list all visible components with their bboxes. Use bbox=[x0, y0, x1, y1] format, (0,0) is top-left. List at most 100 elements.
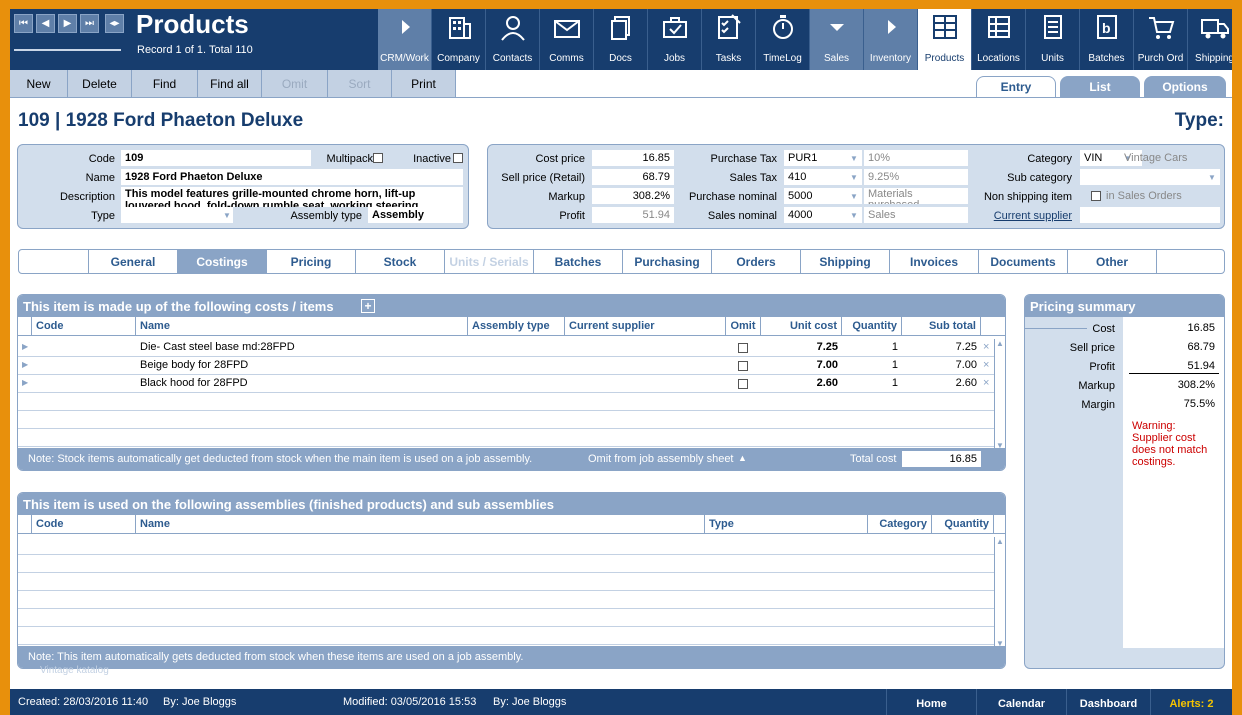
nav-comms[interactable]: Comms bbox=[540, 9, 594, 70]
nav-tasks[interactable]: Tasks bbox=[702, 9, 756, 70]
delete-row-icon[interactable]: × bbox=[983, 377, 989, 389]
app-title: Products bbox=[136, 9, 249, 39]
col-name[interactable]: Name bbox=[136, 515, 705, 534]
alerts-button[interactable]: Alerts: 2 bbox=[1150, 689, 1232, 715]
nav-products[interactable]: Products bbox=[918, 9, 972, 70]
home-button[interactable]: Home bbox=[886, 689, 976, 715]
nav-sales[interactable]: Sales bbox=[810, 9, 864, 70]
sort-button[interactable]: Sort bbox=[328, 70, 392, 97]
summary-profit-label: Profit bbox=[1089, 361, 1115, 373]
omit-from-sheet-link[interactable]: Omit from job assembly sheet bbox=[588, 453, 734, 465]
col-name[interactable]: Name bbox=[136, 317, 468, 336]
summary-markup: 308.2% bbox=[1177, 379, 1215, 391]
description-field[interactable]: This model features grille-mounted chrom… bbox=[121, 187, 463, 207]
nav-batches[interactable]: b Batches bbox=[1080, 9, 1134, 70]
calendar-button[interactable]: Calendar bbox=[976, 689, 1066, 715]
row-handle-icon[interactable]: ▶ bbox=[22, 360, 28, 369]
row-omit-checkbox[interactable] bbox=[738, 343, 748, 353]
col-sub-total[interactable]: Sub total bbox=[902, 317, 981, 336]
tab-stock[interactable]: Stock bbox=[356, 250, 445, 273]
col-current-supplier[interactable]: Current supplier bbox=[565, 317, 726, 336]
find-all-button[interactable]: Find all bbox=[198, 70, 262, 97]
tab-general[interactable]: General bbox=[89, 250, 178, 273]
table-row[interactable]: ▶ Beige body for 28FPD 7.00 1 7.00 × bbox=[18, 357, 994, 375]
name-field[interactable]: 1928 Ford Phaeton Deluxe bbox=[121, 169, 463, 185]
assemblies-scrollbar[interactable]: ▲ ▼ bbox=[994, 537, 1005, 648]
code-field[interactable]: 109 bbox=[121, 150, 311, 166]
find-button[interactable]: Find bbox=[132, 70, 198, 97]
tab-purchasing[interactable]: Purchasing bbox=[623, 250, 712, 273]
nav-label: Docs bbox=[609, 53, 632, 64]
nav-contacts[interactable]: Contacts bbox=[486, 9, 540, 70]
tab-shipping[interactable]: Shipping bbox=[801, 250, 890, 273]
col-quantity[interactable]: Quantity bbox=[842, 317, 902, 336]
sub-category-select[interactable] bbox=[1080, 169, 1220, 185]
delete-button[interactable]: Delete bbox=[68, 70, 132, 97]
tab-units-serials[interactable]: Units / Serials bbox=[445, 250, 534, 273]
tab-invoices[interactable]: Invoices bbox=[890, 250, 979, 273]
previous-record-icon[interactable]: ◀ bbox=[36, 14, 55, 33]
nav-units[interactable]: Units bbox=[1026, 9, 1080, 70]
delete-row-icon[interactable]: × bbox=[983, 341, 989, 353]
sell-price-field[interactable]: 68.79 bbox=[592, 169, 674, 185]
col-type[interactable]: Type bbox=[705, 515, 868, 534]
multipack-checkbox[interactable] bbox=[373, 153, 383, 163]
tab-other[interactable]: Other bbox=[1068, 250, 1157, 273]
modified-by: By: Joe Bloggs bbox=[493, 696, 567, 708]
nav-timelog[interactable]: TimeLog bbox=[756, 9, 810, 70]
tab-pricing[interactable]: Pricing bbox=[267, 250, 356, 273]
omit-button[interactable]: Omit bbox=[262, 70, 328, 97]
expand-icon[interactable]: ◂▸ bbox=[105, 14, 124, 33]
table-row[interactable]: ▶ Black hood for 28FPD 2.60 1 2.60 × bbox=[18, 375, 994, 393]
non-shipping-checkbox[interactable] bbox=[1091, 191, 1101, 201]
nav-shipping[interactable]: Shipping bbox=[1188, 9, 1232, 70]
scroll-up-icon[interactable]: ▲ bbox=[996, 339, 1004, 348]
delete-row-icon[interactable]: × bbox=[983, 359, 989, 371]
scroll-up-icon[interactable]: ▲ bbox=[996, 537, 1004, 546]
record-slider[interactable] bbox=[14, 49, 121, 51]
col-code[interactable]: Code bbox=[32, 515, 136, 534]
first-record-icon[interactable]: ⏮ bbox=[14, 14, 33, 33]
tab-batches[interactable]: Batches bbox=[534, 250, 623, 273]
nav-jobs[interactable]: Jobs bbox=[648, 9, 702, 70]
nav-purch-ord[interactable]: Purch Ord bbox=[1134, 9, 1188, 70]
nav-crm-work[interactable]: CRM/Work bbox=[378, 9, 432, 70]
table-row[interactable]: ▶ Die- Cast steel base md:28FPD 7.25 1 7… bbox=[18, 339, 994, 357]
type-select[interactable] bbox=[121, 207, 233, 223]
col-category[interactable]: Category bbox=[868, 515, 932, 534]
next-record-icon[interactable]: ▶ bbox=[58, 14, 77, 33]
inactive-checkbox[interactable] bbox=[453, 153, 463, 163]
dashboard-button[interactable]: Dashboard bbox=[1066, 689, 1150, 715]
print-button[interactable]: Print bbox=[392, 70, 456, 97]
tab-costings[interactable]: Costings bbox=[178, 250, 267, 273]
tab-list[interactable]: List bbox=[1060, 76, 1140, 97]
sub-category-label: Sub category bbox=[1007, 172, 1072, 184]
tab-entry[interactable]: Entry bbox=[976, 76, 1056, 97]
row-handle-icon[interactable]: ▶ bbox=[22, 342, 28, 351]
cost-price-field[interactable]: 16.85 bbox=[592, 150, 674, 166]
add-icon[interactable]: + bbox=[361, 299, 375, 313]
assembly-type-field[interactable]: Assembly bbox=[368, 207, 463, 223]
tab-documents[interactable]: Documents bbox=[979, 250, 1068, 273]
col-unit-cost[interactable]: Unit cost bbox=[761, 317, 842, 336]
markup-field[interactable]: 308.2% bbox=[592, 188, 674, 204]
tab-options[interactable]: Options bbox=[1144, 76, 1226, 97]
collapse-icon[interactable]: ▲ bbox=[738, 453, 747, 463]
nav-inventory[interactable]: Inventory bbox=[864, 9, 918, 70]
nav-company[interactable]: Company bbox=[432, 9, 486, 70]
col-assembly-type[interactable]: Assembly type bbox=[468, 317, 565, 336]
row-omit-checkbox[interactable] bbox=[738, 361, 748, 371]
col-omit[interactable]: Omit bbox=[726, 317, 761, 336]
tab-orders[interactable]: Orders bbox=[712, 250, 801, 273]
nav-docs[interactable]: Docs bbox=[594, 9, 648, 70]
current-supplier-link[interactable]: Current supplier bbox=[974, 210, 1072, 222]
col-code[interactable]: Code bbox=[32, 317, 136, 336]
new-button[interactable]: New bbox=[10, 70, 68, 97]
costs-scrollbar[interactable]: ▲ ▼ bbox=[994, 339, 1005, 450]
nav-locations[interactable]: Locations bbox=[972, 9, 1026, 70]
last-record-icon[interactable]: ⏭ bbox=[80, 14, 99, 33]
truck-icon bbox=[1201, 19, 1229, 39]
row-omit-checkbox[interactable] bbox=[738, 379, 748, 389]
row-handle-icon[interactable]: ▶ bbox=[22, 378, 28, 387]
col-quantity[interactable]: Quantity bbox=[932, 515, 994, 534]
